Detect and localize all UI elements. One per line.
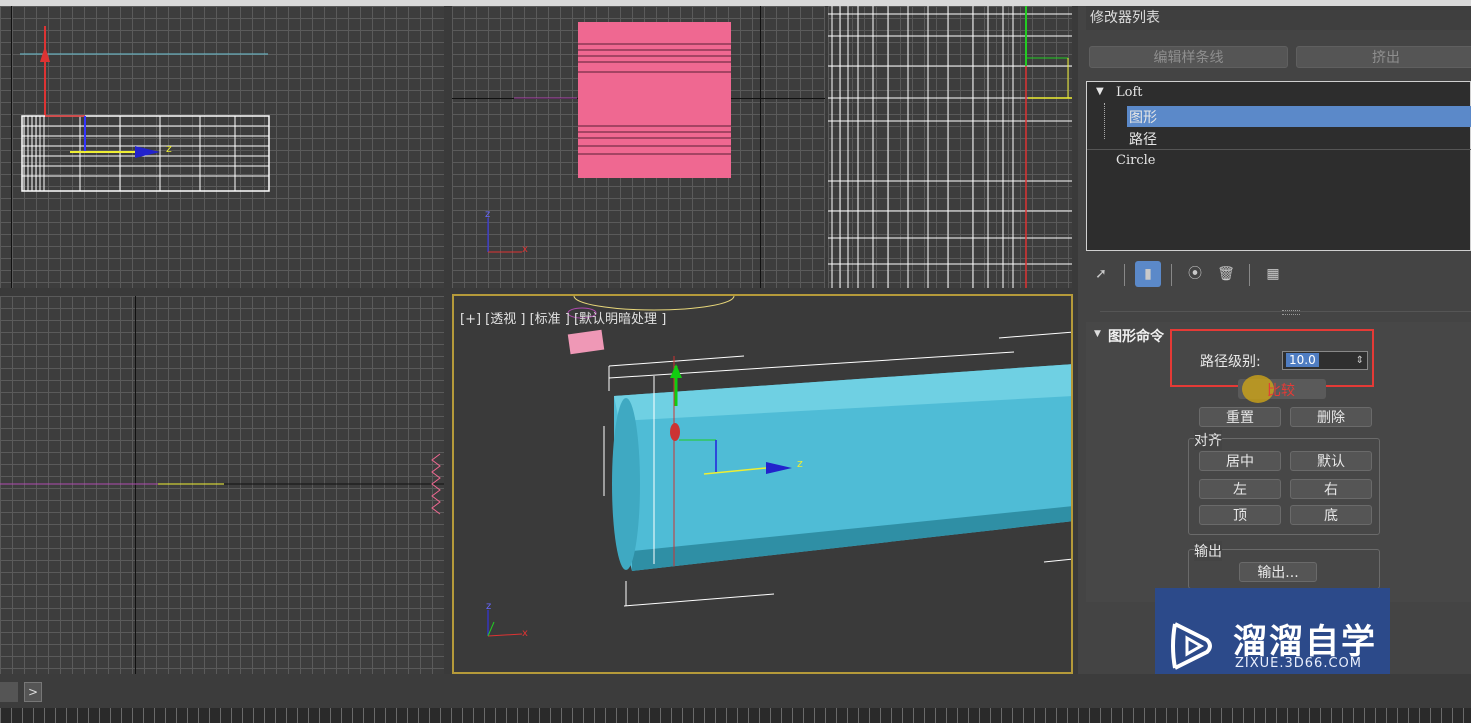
perspective-viewport-label[interactable]: [+] [透视 ] [标准 ] [默认明暗处理 ] <box>460 308 666 327</box>
axis-z-label-top-left: z <box>166 142 172 155</box>
stack-item-shape-row[interactable] <box>1127 106 1471 127</box>
viewport-perspective[interactable]: [+] [透视 ] [标准 ] [默认明暗处理 ] z z x <box>452 294 1073 674</box>
make-unique-icon[interactable]: ⦿ <box>1186 265 1204 283</box>
show-end-result-icon[interactable]: ▮ <box>1135 261 1161 287</box>
axis-z-label-perspective-gizmo: z <box>486 601 492 612</box>
stack-item-shape[interactable]: 图形 <box>1129 107 1157 127</box>
modifier-list-dropdown[interactable]: 修改器列表 <box>1086 6 1471 30</box>
toolbar-separator <box>1249 264 1250 286</box>
chevron-right-icon: > <box>27 685 39 699</box>
rollout-grip <box>1282 310 1300 315</box>
align-default-button[interactable]: 默认 <box>1290 451 1372 471</box>
align-bottom-button[interactable]: 底 <box>1290 505 1372 525</box>
align-group-label: 对齐 <box>1194 430 1222 450</box>
viewport-left[interactable] <box>828 6 1072 288</box>
status-bar: > <box>0 674 1471 708</box>
align-center-button[interactable]: 居中 <box>1199 451 1281 471</box>
stack-divider <box>1087 149 1471 150</box>
compare-label[interactable]: 比较 <box>1267 380 1295 400</box>
perspective-scene <box>487 296 1071 637</box>
top-left-scene <box>20 26 270 192</box>
watermark-url: ZIXUE.3D66.COM <box>1235 656 1362 671</box>
stack-item-circle[interactable]: Circle <box>1116 153 1155 168</box>
modifier-stack[interactable]: ▼ Loft 图形 路径 Circle <box>1086 81 1471 251</box>
remove-modifier-icon[interactable]: 🗑 <box>1217 265 1235 283</box>
edit-spline-button[interactable]: 编辑样条线 <box>1089 46 1288 68</box>
left-scene <box>828 6 1072 288</box>
align-right-button[interactable]: 右 <box>1290 479 1372 499</box>
toolbar-separator <box>1124 264 1125 286</box>
timeline-next-button[interactable]: > <box>24 682 42 702</box>
stack-tree-lines <box>1104 103 1127 139</box>
stack-item-loft[interactable]: Loft <box>1116 85 1143 100</box>
axis-x-label-perspective-gizmo: x <box>522 628 528 639</box>
toolbar-separator <box>1171 264 1172 286</box>
reset-button[interactable]: 重置 <box>1199 407 1281 427</box>
pin-stack-icon[interactable]: ➚ <box>1092 265 1110 283</box>
align-left-button[interactable]: 左 <box>1199 479 1281 499</box>
align-top-button[interactable]: 顶 <box>1199 505 1281 525</box>
shape-commands-title[interactable]: 图形命令 <box>1108 326 1164 346</box>
output-button[interactable]: 输出... <box>1239 562 1317 582</box>
axis-x-label-front: x <box>522 244 528 255</box>
configure-modifier-sets-icon[interactable]: ▦ <box>1264 265 1282 283</box>
axis-z-label-front: z <box>485 209 491 220</box>
timeline-slider[interactable] <box>0 682 18 702</box>
axis-z-label-perspective: z <box>797 457 803 470</box>
rollout-collapse-icon[interactable]: ▼ <box>1094 329 1101 339</box>
time-ruler[interactable] <box>0 708 1471 723</box>
watermark-play-logo-icon <box>1171 622 1212 670</box>
compare-button[interactable]: 比较 <box>1238 375 1326 403</box>
bottom-left-scene <box>0 453 444 515</box>
front-scene <box>487 22 731 253</box>
delete-button[interactable]: 删除 <box>1290 407 1372 427</box>
stack-item-path[interactable]: 路径 <box>1129 129 1157 149</box>
viewport-front[interactable]: z x <box>452 6 825 288</box>
extrude-button[interactable]: 挤出 <box>1296 46 1471 68</box>
viewport-bottom-left[interactable] <box>0 296 444 674</box>
output-group-label: 输出 <box>1194 541 1222 561</box>
stack-expand-icon[interactable]: ▼ <box>1096 86 1104 97</box>
viewport-top-left[interactable]: z <box>0 6 444 288</box>
